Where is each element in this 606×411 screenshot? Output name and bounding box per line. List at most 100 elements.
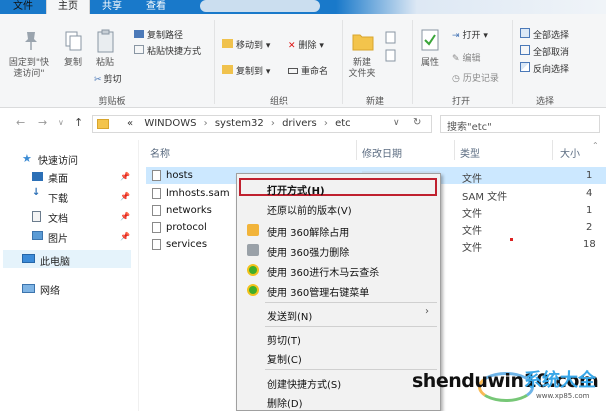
folder-icon	[97, 119, 109, 129]
tab-share[interactable]: 共享	[96, 0, 128, 14]
menu-item-create-shortcut[interactable]: 创建快捷方式(S)	[267, 376, 341, 391]
menu-item-cut[interactable]: 剪切(T)	[267, 332, 301, 347]
forward-arrow-icon[interactable]: →	[38, 116, 47, 129]
rename-button[interactable]: 重命名	[288, 64, 328, 77]
file-icon	[152, 222, 161, 233]
menu-item-open-with[interactable]: 打开方式(H)	[267, 182, 325, 197]
open-label: 打开 ▾	[462, 31, 488, 41]
pin-icon[interactable]: 📌	[120, 192, 130, 201]
nav-downloads[interactable]: 下载	[48, 190, 68, 205]
file-type: 文件	[462, 243, 482, 254]
refresh-icon[interactable]: ↻	[413, 117, 421, 128]
select-group-label: 选择	[535, 97, 554, 107]
pane-divider[interactable]	[138, 140, 139, 411]
download-arrow-icon: ↓	[32, 187, 41, 198]
rename-icon	[288, 68, 298, 74]
select-all-icon	[520, 28, 530, 38]
breadcrumb-sep: ›	[203, 118, 208, 129]
menu-item-360-manage[interactable]: 使用 360管理右键菜单	[267, 284, 369, 299]
invert-selection-button[interactable]: 反向选择	[520, 62, 569, 75]
edit-button[interactable]: ✎ 编辑	[452, 51, 481, 64]
breadcrumb-windows[interactable]: WINDOWS	[144, 118, 196, 129]
menu-item-restore-versions[interactable]: 还原以前的版本(V)	[267, 202, 352, 217]
file-type: 文件	[462, 174, 482, 185]
select-none-label: 全部取消	[533, 48, 570, 58]
file-name[interactable]: networks	[166, 205, 212, 216]
pin-quick-access-button[interactable]: 固定到"快 速访问"	[4, 58, 54, 80]
menu-item-360-force-delete[interactable]: 使用 360强力删除	[267, 244, 349, 259]
file-name[interactable]: hosts	[166, 170, 193, 181]
menu-item-delete[interactable]: 删除(D)	[267, 395, 303, 410]
menu-separator	[265, 302, 437, 303]
select-all-button[interactable]: 全部选择	[520, 28, 569, 41]
file-size: 2	[586, 222, 593, 233]
file-name[interactable]: protocol	[166, 222, 207, 233]
pin-icon[interactable]: 📌	[120, 232, 130, 241]
menu-item-360-unlock[interactable]: 使用 360解除占用	[267, 224, 349, 239]
paste-shortcut-button[interactable]: 粘贴快捷方式	[134, 44, 201, 57]
new-folder-button[interactable]: 新建 文件夹	[346, 58, 378, 80]
address-row: ← → ∨ ↑ « WINDOWS › system32 › drivers ›…	[0, 113, 606, 135]
file-size: 1	[586, 170, 593, 181]
paste-button[interactable]: 粘贴	[92, 58, 118, 69]
history-label: 历史记录	[462, 74, 499, 84]
paste-icon	[97, 29, 114, 53]
nav-desktop[interactable]: 桌面	[48, 170, 68, 185]
title-bar-gradient	[336, 0, 606, 14]
file-name[interactable]: services	[166, 239, 207, 250]
breadcrumb-drivers[interactable]: drivers	[282, 118, 317, 129]
breadcrumb-system32[interactable]: system32	[215, 118, 264, 129]
file-name[interactable]: lmhosts.sam	[166, 188, 230, 199]
copy-button[interactable]: 复制	[60, 58, 86, 69]
delete-button[interactable]: ✕ 删除 ▾	[288, 38, 324, 51]
nav-pictures[interactable]: 图片	[48, 230, 68, 245]
group-divider	[512, 20, 513, 104]
nav-network[interactable]: 网络	[40, 282, 60, 297]
column-divider[interactable]	[454, 140, 455, 160]
logo-cn: 系统大全	[524, 370, 596, 391]
address-bar[interactable]: « WINDOWS › system32 › drivers › etc ∨ ↻	[92, 115, 432, 133]
tab-home[interactable]: 主页	[46, 0, 90, 14]
recent-chevron-icon[interactable]: ∨	[58, 118, 64, 127]
column-size[interactable]: 大小	[560, 145, 580, 160]
column-name[interactable]: 名称	[150, 145, 170, 160]
360-shield-icon	[247, 264, 259, 276]
breadcrumb-etc[interactable]: etc	[335, 118, 351, 129]
history-icon: ◷	[452, 74, 460, 84]
copy-icon	[65, 31, 82, 51]
nav-quick-access[interactable]: 快速访问	[38, 152, 78, 167]
address-dropdown-icon[interactable]: ∨	[393, 118, 400, 128]
copy-to-button[interactable]: 复制到 ▾	[222, 64, 270, 77]
open-button[interactable]: ⇥ 打开 ▾	[452, 28, 488, 41]
nav-this-pc[interactable]: 此电脑	[40, 253, 70, 268]
file-type: SAM 文件	[462, 192, 508, 203]
select-none-button[interactable]: 全部取消	[520, 45, 569, 58]
copy-folder-icon	[222, 65, 233, 74]
menu-item-360-scan[interactable]: 使用 360进行木马云查杀	[267, 264, 379, 279]
paste-shortcut-label: 粘贴快捷方式	[147, 47, 202, 57]
copy-path-button[interactable]: 复制路径	[134, 28, 183, 41]
tab-file[interactable]: 文件	[4, 0, 42, 14]
pin-icon[interactable]: 📌	[120, 172, 130, 181]
pin-icon[interactable]: 📌	[120, 212, 130, 221]
shredder-360-icon	[247, 244, 259, 256]
cut-button[interactable]: ✂ 剪切	[94, 72, 122, 85]
breadcrumb-overflow[interactable]: «	[127, 118, 133, 129]
menu-item-send-to[interactable]: 发送到(N)	[267, 308, 312, 323]
properties-button[interactable]: 属性	[418, 58, 442, 69]
nav-documents[interactable]: 文档	[48, 210, 68, 225]
column-date[interactable]: 修改日期	[362, 145, 402, 160]
up-arrow-icon[interactable]: ↑	[74, 116, 83, 129]
breadcrumb-sep: ›	[323, 118, 328, 129]
tab-view[interactable]: 查看	[140, 0, 172, 14]
column-divider[interactable]	[356, 140, 357, 160]
column-divider[interactable]	[552, 140, 553, 160]
menu-item-copy[interactable]: 复制(C)	[267, 351, 302, 366]
search-input[interactable]: 搜索"etc"	[440, 115, 600, 133]
move-folder-icon	[222, 39, 233, 48]
move-to-button[interactable]: 移动到 ▾	[222, 38, 270, 51]
column-type[interactable]: 类型	[460, 145, 480, 160]
history-button[interactable]: ◷ 历史记录	[452, 71, 499, 84]
invert-selection-label: 反向选择	[533, 65, 570, 75]
back-arrow-icon[interactable]: ←	[16, 116, 25, 129]
